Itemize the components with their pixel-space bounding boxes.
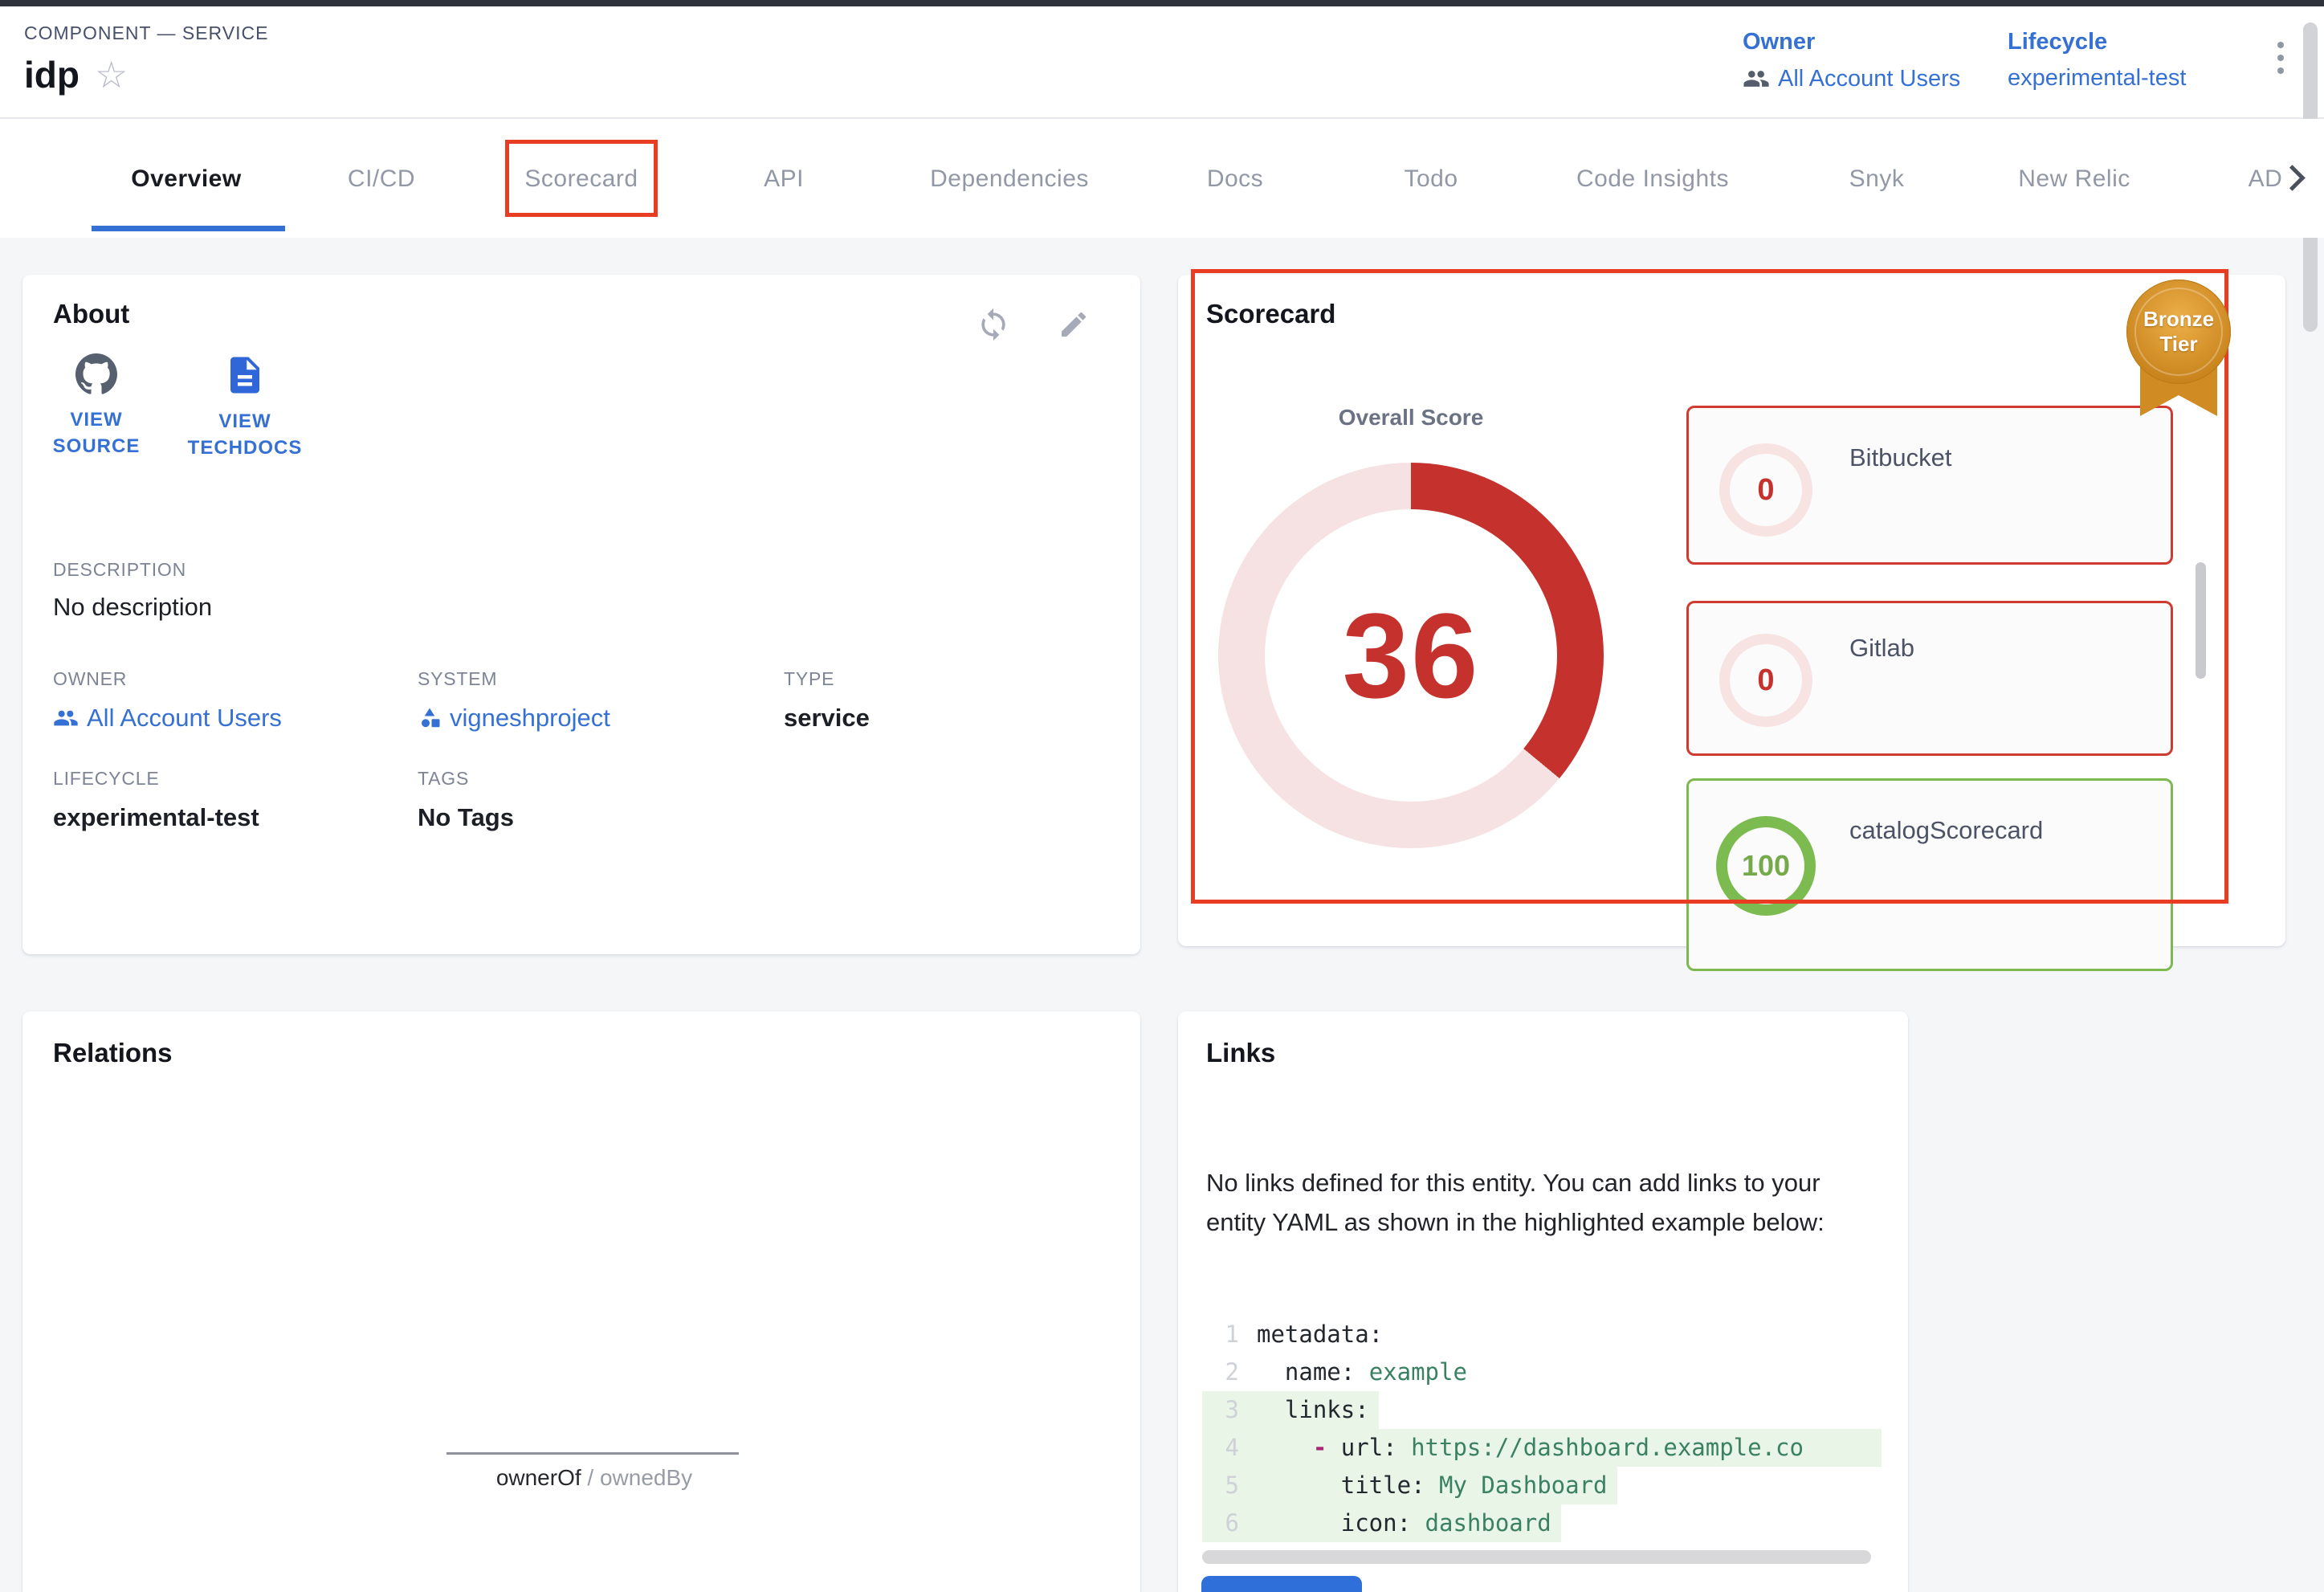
tab-new-relic[interactable]: New Relic <box>2002 163 2147 195</box>
tab-ci-cd[interactable]: CI/CD <box>325 163 438 195</box>
view-techdocs-label: VIEW TECHDOCS <box>177 408 313 461</box>
line-number: 2 <box>1202 1353 1257 1391</box>
system-icon <box>418 706 442 730</box>
scorecard-list-scrollbar[interactable] <box>2196 562 2206 679</box>
scorecard-tab-annotation <box>505 140 658 217</box>
view-source-label: VIEW SOURCE <box>42 406 151 459</box>
relations-card-title: Relations <box>53 1038 173 1068</box>
owner-link[interactable]: All Account Users <box>1743 65 2008 92</box>
owner-field-label: OWNER <box>53 668 127 690</box>
tab-api[interactable]: API <box>736 163 832 195</box>
system-field-link[interactable]: vigneshproject <box>418 704 610 733</box>
system-field-label: SYSTEM <box>418 668 497 690</box>
score-name: Bitbucket <box>1849 443 1952 472</box>
owner-label: Owner <box>1743 29 2008 55</box>
people-icon <box>202 1440 231 1469</box>
tab-snyk[interactable]: Snyk <box>1829 163 1925 195</box>
code-line-4: 4 - url: https://dashboard.example.co <box>1202 1429 1882 1467</box>
owner-field-link[interactable]: All Account Users <box>53 704 282 733</box>
page-title: idp <box>24 53 80 96</box>
document-icon <box>223 353 267 397</box>
active-tab-underline <box>92 226 285 231</box>
scorecard-item-gitlab[interactable]: 0 Gitlab <box>1686 601 2173 756</box>
relation-node-owner[interactable]: All Account Users <box>181 1430 446 1480</box>
people-icon <box>1743 65 1770 92</box>
more-options-kebab-icon[interactable] <box>2277 42 2285 74</box>
tab-dependencies[interactable]: Dependencies <box>917 163 1102 195</box>
tags-field-label: TAGS <box>418 768 469 790</box>
favorite-star-icon[interactable]: ☆ <box>95 56 128 93</box>
links-card-title: Links <box>1206 1038 1275 1068</box>
tags-field-value: No Tags <box>418 803 514 832</box>
relations-card <box>22 1011 1140 1592</box>
entity-page: COMPONENT — SERVICE idp ☆ Owner All Acco… <box>0 0 2324 1592</box>
top-bar <box>0 0 2324 6</box>
lifecycle-label: Lifecycle <box>2008 29 2273 55</box>
badge-text-line1: Bronze <box>2143 307 2214 332</box>
score-value: 0 <box>1757 663 1774 698</box>
people-icon <box>53 705 79 731</box>
description-label: DESCRIPTION <box>53 559 186 581</box>
line-number: 1 <box>1202 1316 1257 1353</box>
chip-icon <box>759 1441 786 1468</box>
tab-code-insights[interactable]: Code Insights <box>1560 163 1745 195</box>
relation-reverse: ownedBy <box>600 1465 692 1490</box>
code-line-2: 2 name: example <box>1202 1353 1477 1391</box>
relation-owner-label: All Account Users <box>243 1442 425 1468</box>
line-number: 4 <box>1202 1429 1257 1467</box>
tab-docs[interactable]: Docs <box>1187 163 1283 195</box>
read-more-button[interactable] <box>1201 1576 1362 1592</box>
code-line-5: 5 title: My Dashboard <box>1202 1467 1617 1504</box>
description-value: No description <box>53 593 212 622</box>
lifecycle-value: experimental-test <box>2008 65 2186 92</box>
edit-pencil-icon[interactable] <box>1058 308 1090 341</box>
badge-rosette: Bronze Tier <box>2126 280 2231 384</box>
relation-component-label: component:idp <box>797 1442 965 1468</box>
score-ring: 0 <box>1719 634 1812 727</box>
score-name: catalogScorecard <box>1849 816 2043 845</box>
bronze-tier-badge: Bronze Tier <box>2126 280 2231 420</box>
header-lifecycle-field: Lifecycle experimental-test <box>2008 29 2273 92</box>
overall-score-value: 36 <box>1343 586 1480 725</box>
relation-forward: ownerOf <box>496 1465 581 1490</box>
scorecard-item-catalogscorecard[interactable]: 100 catalogScorecard <box>1686 778 2173 971</box>
tab-todo[interactable]: Todo <box>1383 163 1479 195</box>
type-field-label: TYPE <box>784 668 834 690</box>
line-number: 3 <box>1202 1391 1257 1429</box>
overall-score-gauge: 36 <box>1218 463 1604 848</box>
links-empty-text: No links defined for this entity. You ca… <box>1206 1163 1873 1242</box>
owner-value[interactable]: All Account Users <box>1778 66 1960 92</box>
score-value: 0 <box>1757 473 1774 508</box>
badge-text-line2: Tier <box>2159 332 2197 357</box>
score-value: 100 <box>1742 849 1790 883</box>
about-card-title: About <box>53 299 129 329</box>
line-number: 5 <box>1202 1467 1257 1504</box>
relation-edge-label: ownerOf / ownedBy <box>450 1465 739 1491</box>
lifecycle-field-label: LIFECYCLE <box>53 768 159 790</box>
score-name: Gitlab <box>1849 634 1914 663</box>
refresh-icon[interactable] <box>976 307 1011 342</box>
overall-score-label: Overall Score <box>1270 405 1552 431</box>
score-ring: 100 <box>1716 816 1816 916</box>
code-line-1: 1metadata: <box>1202 1316 1392 1353</box>
breadcrumb: COMPONENT — SERVICE <box>24 22 268 44</box>
yaml-code-block: 1metadata:2 name: example3 links:4 - url… <box>1202 1316 1882 1543</box>
relation-edge-line <box>446 1452 739 1455</box>
view-techdocs-button[interactable]: VIEW TECHDOCS <box>177 353 313 461</box>
code-horizontal-scrollbar[interactable] <box>1202 1550 1871 1564</box>
code-line-6: 6 icon: dashboard <box>1202 1504 1561 1542</box>
line-number: 6 <box>1202 1504 1257 1542</box>
lifecycle-field-value: experimental-test <box>53 803 259 832</box>
score-ring: 0 <box>1719 443 1812 537</box>
tab-overview[interactable]: Overview <box>122 163 251 195</box>
scorecard-card-title: Scorecard <box>1206 299 1335 329</box>
github-icon <box>75 353 117 395</box>
code-line-3: 3 links: <box>1202 1391 1379 1429</box>
relation-node-component[interactable]: component:idp <box>739 1430 986 1480</box>
header-owner-field: Owner All Account Users <box>1743 29 2008 92</box>
scorecard-item-bitbucket[interactable]: 0 Bitbucket <box>1686 406 2173 565</box>
type-field-value: service <box>784 704 870 733</box>
view-source-button[interactable]: VIEW SOURCE <box>42 353 151 459</box>
